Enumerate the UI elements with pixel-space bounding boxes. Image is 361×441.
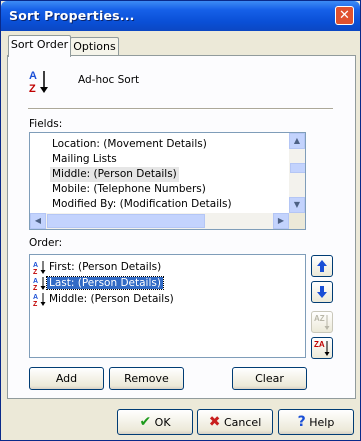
- list-item[interactable]: A Z Last: (Person Details): [33, 275, 164, 291]
- cancel-x-icon: ✖: [208, 414, 221, 430]
- sort-properties-dialog: Sort Properties... ✕ Sort Order Options …: [0, 0, 361, 441]
- fields-listbox[interactable]: Location: (Movement Details) Mailing Lis…: [29, 132, 306, 230]
- clear-button[interactable]: Clear: [232, 367, 307, 390]
- remove-button[interactable]: Remove: [109, 367, 184, 390]
- sort-type-label: Ad-hoc Sort: [78, 74, 140, 86]
- chevron-up-icon: ▲: [293, 136, 301, 145]
- move-down-button[interactable]: [311, 281, 333, 303]
- add-button[interactable]: Add: [29, 367, 104, 390]
- tab-options[interactable]: Options: [70, 37, 119, 56]
- svg-text:Z: Z: [33, 285, 38, 291]
- svg-text:A: A: [33, 262, 38, 269]
- tab-sort-order[interactable]: Sort Order: [8, 35, 71, 57]
- list-item[interactable]: Modified By: (Modification Details): [50, 197, 234, 212]
- chevron-down-icon: ▼: [293, 200, 301, 209]
- scroll-left-button[interactable]: ◀: [30, 213, 46, 229]
- svg-text:Z: Z: [33, 269, 38, 275]
- sort-ascending-icon: AZ: [33, 260, 46, 275]
- cancel-button[interactable]: ✖ Cancel: [197, 409, 273, 435]
- order-item-label: Last: (Person Details): [46, 276, 164, 290]
- chevron-left-icon: ◀: [34, 216, 42, 225]
- cancel-label: Cancel: [223, 416, 262, 429]
- fields-vertical-scrollbar[interactable]: ▲ ▼: [289, 133, 305, 213]
- divider: [28, 108, 333, 110]
- svg-text:A: A: [33, 294, 38, 301]
- list-item[interactable]: Mailing Lists: [50, 152, 119, 167]
- scroll-thumb[interactable]: [290, 163, 305, 173]
- scroll-down-button[interactable]: ▼: [289, 197, 305, 213]
- order-listbox[interactable]: A Z First: (Person Details) A Z Last: (Perso…: [29, 254, 306, 358]
- scroll-up-button[interactable]: ▲: [289, 133, 305, 149]
- sort-order-panel: A Z Ad-hoc Sort Fields: Location: (Movem…: [7, 55, 356, 399]
- fields-label: Fields:: [29, 118, 63, 130]
- sort-descending-icon: ZA: [314, 340, 330, 356]
- sort-asc-icon-text: AZ: [314, 314, 325, 323]
- svg-text:A: A: [29, 70, 37, 82]
- list-item[interactable]: Middle: (Person Details): [50, 167, 179, 182]
- sort-ascending-icon: AZ: [33, 292, 46, 307]
- scroll-right-button[interactable]: ▶: [273, 213, 289, 229]
- chevron-right-icon: ▶: [277, 216, 285, 225]
- svg-text:Z: Z: [33, 301, 38, 307]
- scroll-thumb[interactable]: [47, 214, 205, 228]
- ok-label: OK: [154, 416, 171, 429]
- scroll-corner: [289, 213, 305, 229]
- sort-descending-button[interactable]: ZA: [311, 337, 333, 359]
- help-question-icon: ?: [297, 414, 306, 430]
- help-label: Help: [309, 416, 335, 429]
- sort-desc-icon-text: ZA: [314, 340, 325, 349]
- svg-text:A: A: [33, 278, 38, 285]
- move-up-button[interactable]: [311, 255, 333, 277]
- list-item[interactable]: Mobile: (Telephone Numbers): [50, 182, 208, 197]
- sort-ascending-icon: AZ: [33, 276, 46, 291]
- order-item-label: First: (Person Details): [49, 261, 162, 273]
- svg-text:Z: Z: [29, 83, 36, 95]
- fields-horizontal-scrollbar[interactable]: ◀ ▶: [30, 213, 289, 229]
- title-bar: Sort Properties... ✕: [1, 1, 360, 31]
- order-label: Order:: [29, 237, 63, 249]
- help-button[interactable]: ? Help: [278, 409, 354, 435]
- close-window-button[interactable]: ✕: [335, 6, 354, 25]
- sort-az-icon: A Z: [29, 70, 48, 95]
- arrow-up-icon: [317, 260, 327, 272]
- sort-ascending-button[interactable]: AZ: [311, 311, 333, 333]
- order-item-label: Middle: (Person Details): [49, 293, 174, 305]
- list-item[interactable]: A Z First: (Person Details): [33, 259, 163, 275]
- list-item[interactable]: A Z Middle: (Person Details): [33, 291, 176, 307]
- checkmark-icon: ✔: [139, 414, 152, 430]
- window-title: Sort Properties...: [9, 8, 135, 23]
- close-icon: ✕: [339, 8, 350, 23]
- sort-ascending-icon: AZ: [314, 314, 330, 330]
- list-item[interactable]: Location: (Movement Details): [50, 137, 209, 152]
- tab-sort-order-label: Sort Order: [10, 38, 69, 51]
- ok-button[interactable]: ✔ OK: [117, 409, 193, 435]
- tab-options-label: Options: [73, 40, 116, 53]
- arrow-down-icon: [317, 286, 327, 298]
